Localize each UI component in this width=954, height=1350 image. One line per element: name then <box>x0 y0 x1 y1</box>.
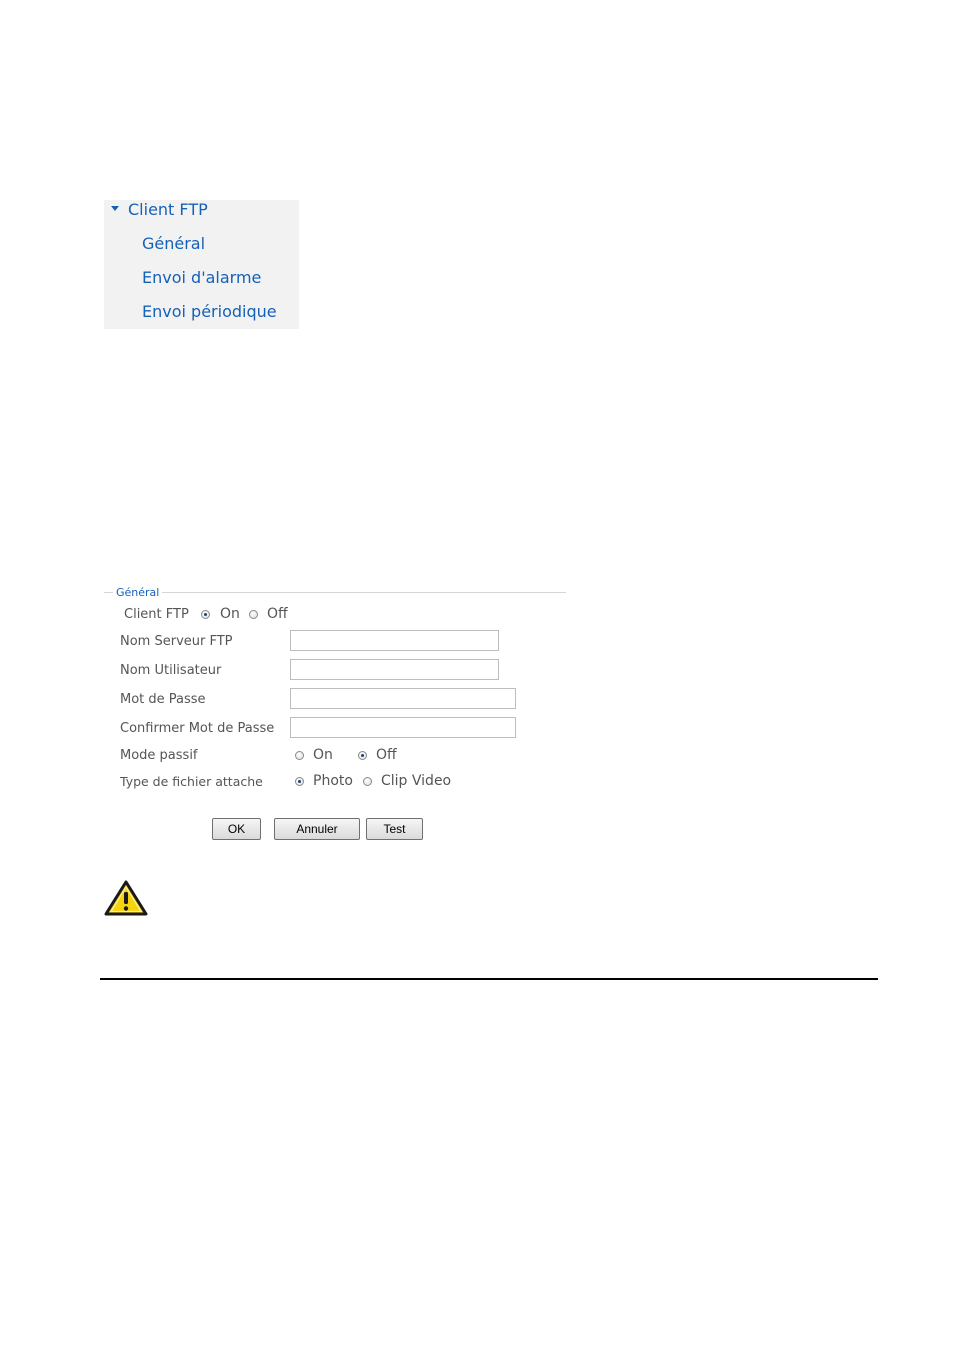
menu-section-client-ftp[interactable]: Client FTP <box>104 200 299 220</box>
passive-mode-off-label[interactable]: Off <box>376 747 397 763</box>
file-type-clip-label[interactable]: Clip Video <box>381 773 451 789</box>
client-ftp-off-label[interactable]: Off <box>267 606 288 622</box>
menu-item-periodic-upload[interactable]: Envoi périodique <box>142 302 277 321</box>
password-input[interactable] <box>290 688 516 709</box>
file-type-label: Type de fichier attache <box>120 774 263 789</box>
file-type-photo-radio[interactable] <box>295 777 304 786</box>
caret-down-icon[interactable] <box>111 206 119 211</box>
client-ftp-label: Client FTP <box>124 607 189 622</box>
passive-mode-label: Mode passif <box>120 748 198 763</box>
confirm-password-label: Confirmer Mot de Passe <box>120 721 275 736</box>
ftp-server-label: Nom Serveur FTP <box>120 634 233 649</box>
ok-button[interactable]: OK <box>212 818 261 840</box>
menu-item-alarm-upload[interactable]: Envoi d'alarme <box>142 268 261 287</box>
password-label: Mot de Passe <box>120 692 206 707</box>
ftp-server-input[interactable] <box>290 630 499 651</box>
warning-triangle-icon <box>104 880 148 916</box>
client-ftp-on-radio[interactable] <box>201 610 210 619</box>
passive-mode-on-radio[interactable] <box>295 751 304 760</box>
client-ftp-on-label[interactable]: On <box>220 606 240 622</box>
confirm-password-input[interactable] <box>290 717 516 738</box>
ftp-client-menu: Client FTP Général Envoi d'alarme Envoi … <box>104 200 299 329</box>
menu-item-general[interactable]: Général <box>142 234 205 253</box>
client-ftp-off-radio[interactable] <box>249 610 258 619</box>
cancel-button[interactable]: Annuler <box>274 818 360 840</box>
passive-mode-off-radio[interactable] <box>358 751 367 760</box>
passive-mode-on-label[interactable]: On <box>313 747 333 763</box>
file-type-clip-radio[interactable] <box>363 777 372 786</box>
test-button[interactable]: Test <box>366 818 423 840</box>
fieldset-legend: Général <box>113 586 163 599</box>
username-input[interactable] <box>290 659 499 680</box>
horizontal-divider <box>100 978 878 980</box>
username-label: Nom Utilisateur <box>120 663 222 678</box>
menu-section-label[interactable]: Client FTP <box>128 200 208 219</box>
file-type-photo-label[interactable]: Photo <box>313 773 353 789</box>
fieldset-border <box>104 592 566 593</box>
